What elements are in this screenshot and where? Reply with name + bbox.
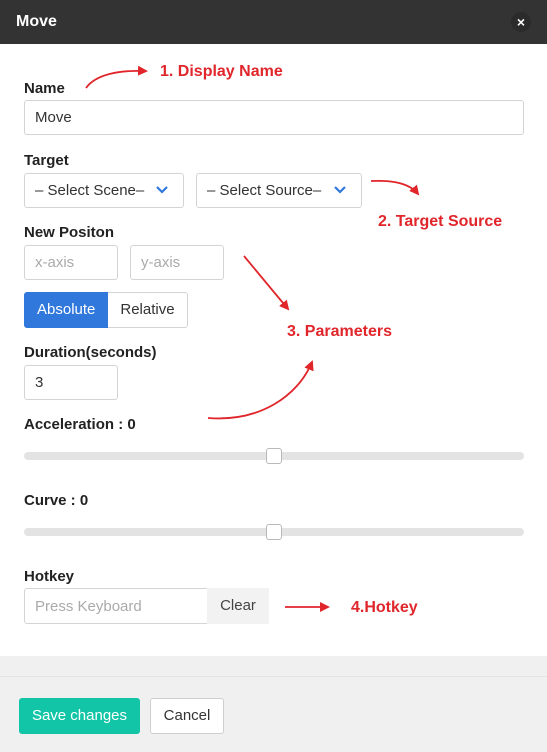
dialog-footer: Save changes Cancel [0,676,547,752]
curve-label: Curve : 0 [24,492,89,509]
chevron-down-icon [156,186,168,194]
annotation-parameters: 3. Parameters [287,323,392,340]
cancel-button[interactable]: Cancel [150,698,224,734]
dialog-title: Move [16,13,57,30]
y-axis-input[interactable] [130,245,224,280]
save-changes-button[interactable]: Save changes [19,698,140,734]
name-input[interactable] [24,100,524,135]
source-select-value: – Select Source– [207,182,322,199]
clear-hotkey-button[interactable]: Clear [207,588,269,624]
relative-button[interactable]: Relative [108,292,188,328]
acceleration-label: Acceleration : 0 [24,416,136,433]
position-mode-toggle: Absolute Relative [24,292,188,328]
absolute-button[interactable]: Absolute [24,292,109,328]
name-label: Name [24,80,65,97]
annotation-target-source: 2. Target Source [378,213,503,230]
duration-input[interactable] [24,365,118,400]
annotation-hotkey: 4.Hotkey [351,599,418,616]
source-select[interactable]: – Select Source– [196,173,362,208]
acceleration-slider[interactable] [24,448,524,464]
scene-select[interactable]: – Select Scene– [24,173,184,208]
new-position-label: New Positon [24,224,115,241]
scene-select-value: – Select Scene– [35,182,145,199]
close-icon: × [516,14,526,30]
annotation-display-name: 1. Display Name [160,63,283,80]
curve-slider[interactable] [24,524,524,540]
dialog-titlebar: Move × [0,0,547,44]
acceleration-slider-thumb[interactable] [266,448,282,464]
duration-label: Duration(seconds) [24,344,157,361]
x-axis-input[interactable] [24,245,118,280]
hotkey-input[interactable] [24,588,208,624]
target-label: Target [24,152,69,169]
curve-slider-thumb[interactable] [266,524,282,540]
close-button[interactable]: × [511,12,531,32]
hotkey-label: Hotkey [24,568,75,585]
chevron-down-icon [334,186,346,194]
